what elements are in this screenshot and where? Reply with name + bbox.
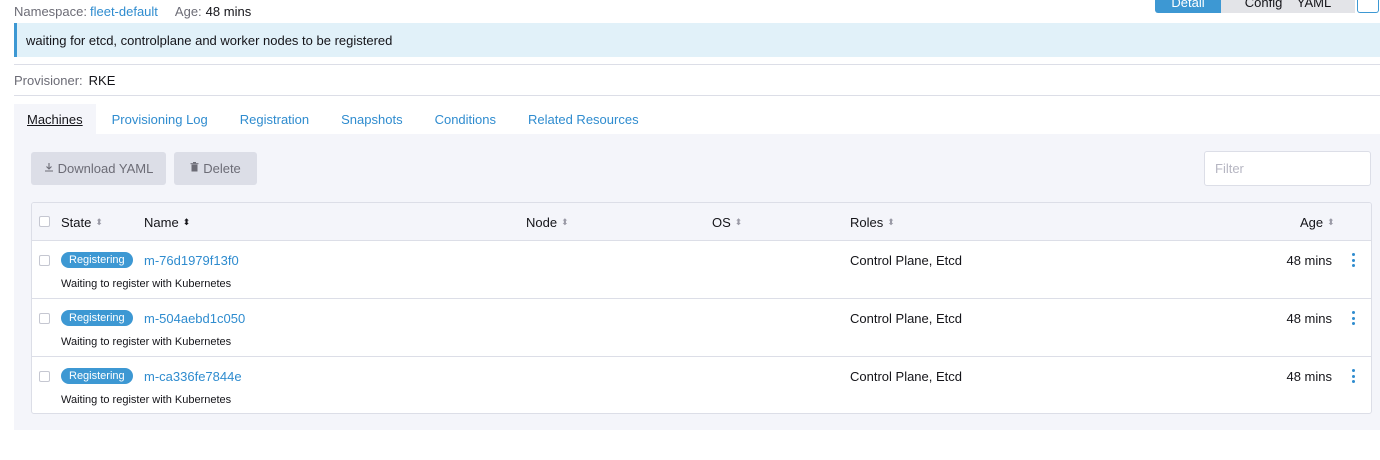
status-badge: Registering [61,368,133,384]
table-row: Registering m-76d1979f13f0 Control Plane… [32,241,1371,299]
divider [14,95,1380,96]
sort-icon: ⬍ [734,216,743,227]
sort-active-icon: ⬍ [182,216,191,227]
view-config-yaml-buttons[interactable]: Config YAML [1221,0,1355,13]
sort-icon: ⬍ [1327,216,1335,227]
view-config-button[interactable]: Config [1245,0,1283,10]
column-os-label: OS [712,214,731,230]
more-actions-icon[interactable] [1349,252,1357,268]
provisioner-value: RKE [88,73,116,88]
row-description: Waiting to register with Kubernetes [61,336,232,348]
column-node[interactable]: Node ⬍ [526,203,569,241]
download-yaml-button[interactable]: Download YAML [31,152,166,185]
tab-provisioning-log[interactable]: Provisioning Log [96,104,224,135]
select-all-checkbox[interactable] [39,216,50,227]
table-header: State ⬍ Name ⬍ Node ⬍ OS ⬍ Roles ⬍ Age ⬍ [32,203,1371,241]
column-name[interactable]: Name ⬍ [144,203,190,241]
namespace-label: Namespace: [14,3,87,19]
download-yaml-label: Download YAML [57,161,154,176]
provisioner-label: Provisioner: [14,73,83,88]
status-badge: Registering [61,310,133,326]
sort-icon: ⬍ [561,216,569,227]
machines-table: State ⬍ Name ⬍ Node ⬍ OS ⬍ Roles ⬍ Age ⬍ [31,202,1372,414]
roles-cell: Control Plane, Etcd [850,311,963,326]
column-roles-label: Roles [850,214,884,230]
row-checkbox[interactable] [39,255,50,266]
column-node-label: Node [526,214,558,230]
status-badge: Registering [61,252,133,268]
machine-name-link[interactable]: m-504aebd1c050 [144,311,245,326]
filter-input[interactable] [1204,151,1371,186]
roles-cell: Control Plane, Etcd [850,253,963,268]
delete-button[interactable]: Delete [174,152,257,185]
machines-panel: Download YAML Delete State ⬍ Name ⬍ Node… [14,134,1380,430]
tab-registration[interactable]: Registration [224,104,325,135]
age-label: Age: [174,3,202,19]
banner-message: waiting for etcd, controlplane and worke… [26,32,393,48]
column-age-label: Age [1300,214,1324,230]
delete-label: Delete [203,161,241,176]
view-detail-button[interactable]: Detail [1155,0,1221,13]
view-toggle: Detail Config YAML [1155,0,1379,13]
more-actions-icon[interactable] [1349,310,1357,326]
column-name-label: Name [144,214,179,230]
more-actions-icon[interactable] [1349,368,1357,384]
roles-cell: Control Plane, Etcd [850,369,963,384]
column-roles[interactable]: Roles ⬍ [850,203,895,241]
machine-name-link[interactable]: m-ca336fe7844e [144,369,242,384]
tab-machines[interactable]: Machines [14,104,96,135]
machine-name-link[interactable]: m-76d1979f13f0 [144,253,239,268]
view-yaml-button[interactable]: YAML [1297,0,1331,10]
sort-icon: ⬍ [95,216,103,227]
age-cell: 48 mins [1286,369,1332,384]
tab-snapshots[interactable]: Snapshots [325,104,418,135]
row-checkbox[interactable] [39,371,50,382]
sort-icon: ⬍ [887,216,895,227]
tab-related-resources[interactable]: Related Resources [512,104,655,135]
column-state[interactable]: State ⬍ [61,203,103,241]
download-icon [44,162,54,175]
divider [14,64,1380,65]
tab-conditions[interactable]: Conditions [419,104,512,135]
tab-bar: Machines Provisioning Log Registration S… [14,104,655,135]
row-checkbox[interactable] [39,313,50,324]
age-value: 48 mins [205,3,252,19]
column-state-label: State [61,214,92,230]
namespace-link[interactable]: fleet-default [90,4,158,19]
age-cell: 48 mins [1286,253,1332,268]
trash-icon [190,162,199,175]
header-action-button[interactable] [1357,0,1379,13]
table-row: Registering m-504aebd1c050 Control Plane… [32,299,1371,357]
table-row: Registering m-ca336fe7844e Control Plane… [32,357,1371,413]
column-age[interactable]: Age ⬍ [1300,203,1335,241]
row-description: Waiting to register with Kubernetes [61,278,232,290]
resource-meta: Namespace: fleet-default Age: 48 mins [14,3,251,19]
row-description: Waiting to register with Kubernetes [61,394,232,406]
age-cell: 48 mins [1286,311,1332,326]
info-banner: waiting for etcd, controlplane and worke… [14,23,1380,57]
column-os[interactable]: OS ⬍ [712,203,742,241]
provisioner-info: Provisioner: RKE [14,72,115,89]
